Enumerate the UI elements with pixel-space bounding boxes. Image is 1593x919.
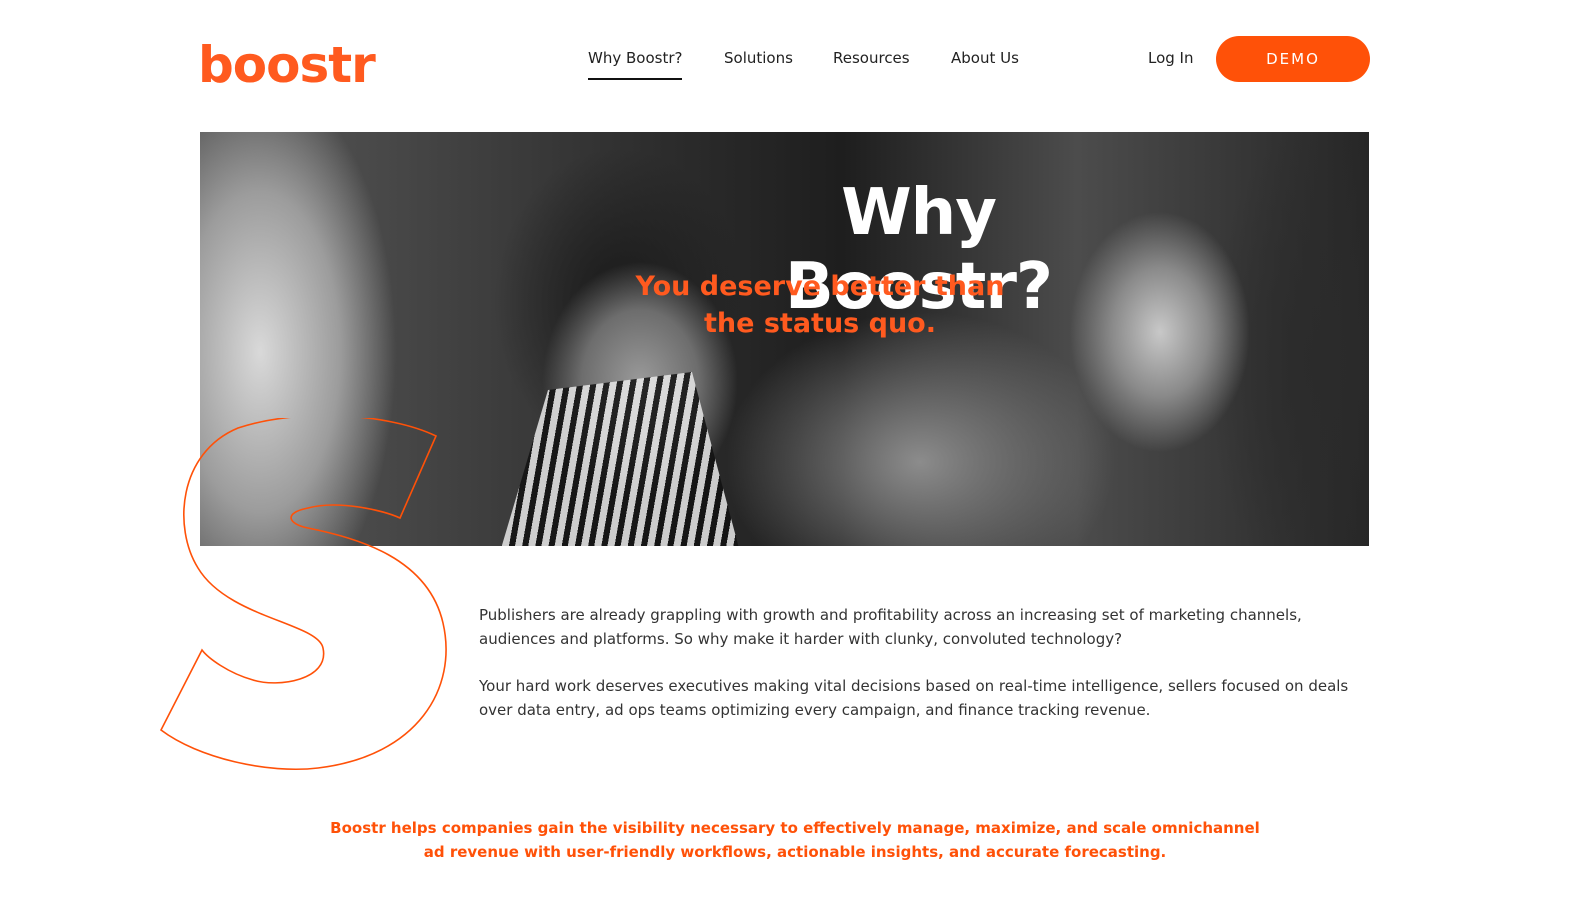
intro-paragraph-2: Your hard work deserves executives makin… [479, 677, 1349, 719]
demo-button[interactable]: DEMO [1216, 36, 1370, 82]
nav-about-us[interactable]: About Us [951, 46, 1019, 70]
nav-solutions[interactable]: Solutions [724, 46, 793, 70]
decorative-s-outline [159, 418, 447, 771]
tagline: Boostr helps companies gain the visibili… [300, 816, 1290, 864]
hero-subtitle: You deserve better than the status quo. [630, 268, 1010, 342]
nav-why-boostr[interactable]: Why Boostr? [588, 46, 683, 80]
hero-subtitle-line2: the status quo. [704, 308, 936, 339]
intro-paragraph-1: Publishers are already grappling with gr… [479, 606, 1302, 648]
login-link[interactable]: Log In [1148, 46, 1194, 70]
tagline-line1: Boostr helps companies gain the visibili… [330, 819, 1260, 837]
nav-resources[interactable]: Resources [833, 46, 910, 70]
tagline-line2: ad revenue with user-friendly workflows,… [423, 843, 1167, 861]
hero-subtitle-line1: You deserve better than [635, 271, 1005, 302]
intro-section: Publishers are already grappling with gr… [479, 603, 1379, 745]
